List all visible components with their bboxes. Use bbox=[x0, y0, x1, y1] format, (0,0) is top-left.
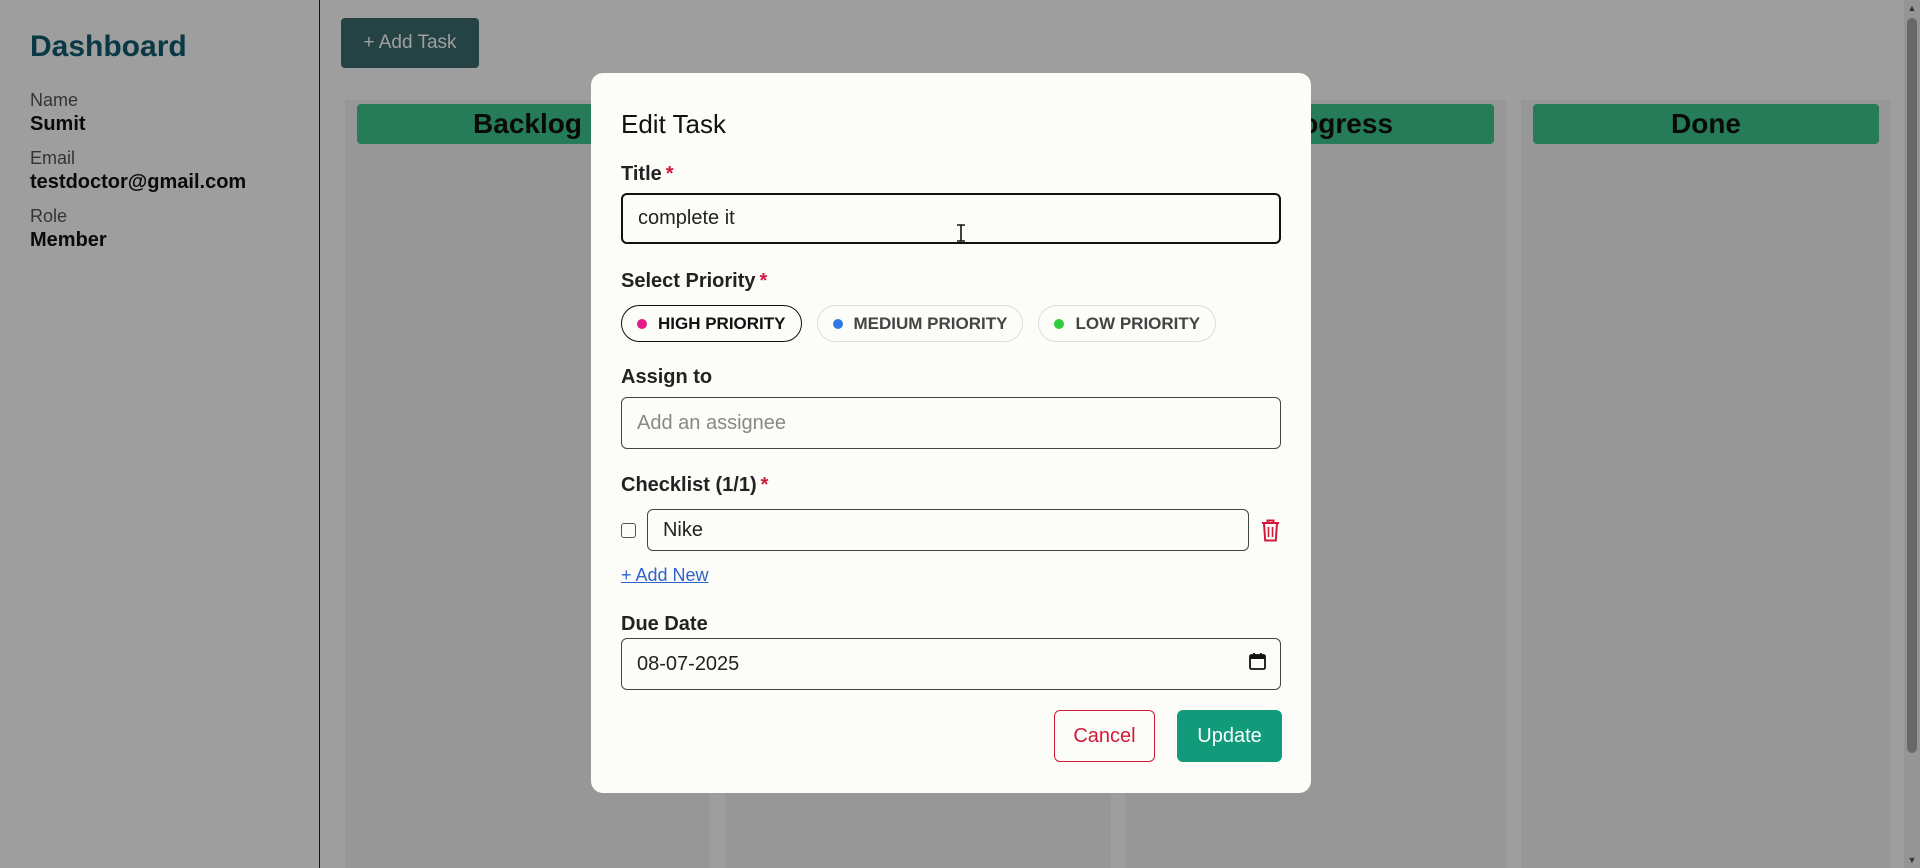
calendar-icon[interactable] bbox=[1249, 652, 1266, 676]
priority-medium-label: MEDIUM PRIORITY bbox=[853, 313, 1008, 333]
priority-high-button[interactable]: HIGH PRIORITY bbox=[621, 305, 802, 342]
checklist-item: Nike bbox=[621, 509, 1281, 551]
pink-dot-icon bbox=[637, 318, 647, 329]
checklist-label: Checklist (1/1) * bbox=[621, 474, 768, 497]
trash-icon[interactable] bbox=[1259, 517, 1281, 543]
blue-dot-icon bbox=[832, 318, 843, 329]
text-cursor-icon bbox=[956, 224, 966, 247]
add-checklist-item-link[interactable]: + Add New bbox=[621, 565, 709, 586]
priority-low-label: LOW PRIORITY bbox=[1075, 313, 1201, 333]
priority-label-text: Select Priority bbox=[621, 270, 756, 292]
priority-high-label: HIGH PRIORITY bbox=[658, 313, 786, 333]
priority-label: Select Priority * bbox=[621, 270, 767, 293]
priority-medium-button[interactable]: MEDIUM PRIORITY bbox=[816, 305, 1024, 342]
assignee-input[interactable]: Add an assignee bbox=[621, 397, 1281, 449]
checklist-item-input[interactable]: Nike bbox=[646, 509, 1250, 551]
priority-low-button[interactable]: LOW PRIORITY bbox=[1038, 305, 1217, 342]
title-label: Title * bbox=[621, 163, 674, 186]
checklist-label-text: Checklist (1/1) bbox=[621, 474, 757, 496]
priority-options: HIGH PRIORITY MEDIUM PRIORITY LOW PRIORI… bbox=[621, 305, 1217, 342]
modal-title: Edit Task bbox=[621, 109, 727, 139]
required-mark: * bbox=[759, 270, 768, 292]
due-date-input[interactable]: 08-07-2025 bbox=[621, 638, 1281, 690]
required-mark: * bbox=[760, 474, 769, 496]
due-date-label: Due Date bbox=[621, 613, 708, 635]
title-input[interactable]: complete it bbox=[621, 193, 1281, 244]
edit-task-modal: Edit Task Title * complete it Select Prio… bbox=[591, 73, 1311, 793]
cancel-button[interactable]: Cancel bbox=[1054, 710, 1155, 762]
assign-label: Assign to bbox=[621, 366, 713, 388]
checklist-checkbox[interactable] bbox=[621, 522, 636, 538]
green-dot-icon bbox=[1054, 318, 1065, 329]
due-date-value: 08-07-2025 bbox=[637, 652, 740, 675]
update-button[interactable]: Update bbox=[1177, 710, 1282, 762]
required-mark: * bbox=[665, 163, 674, 185]
title-label-text: Title bbox=[621, 163, 662, 185]
